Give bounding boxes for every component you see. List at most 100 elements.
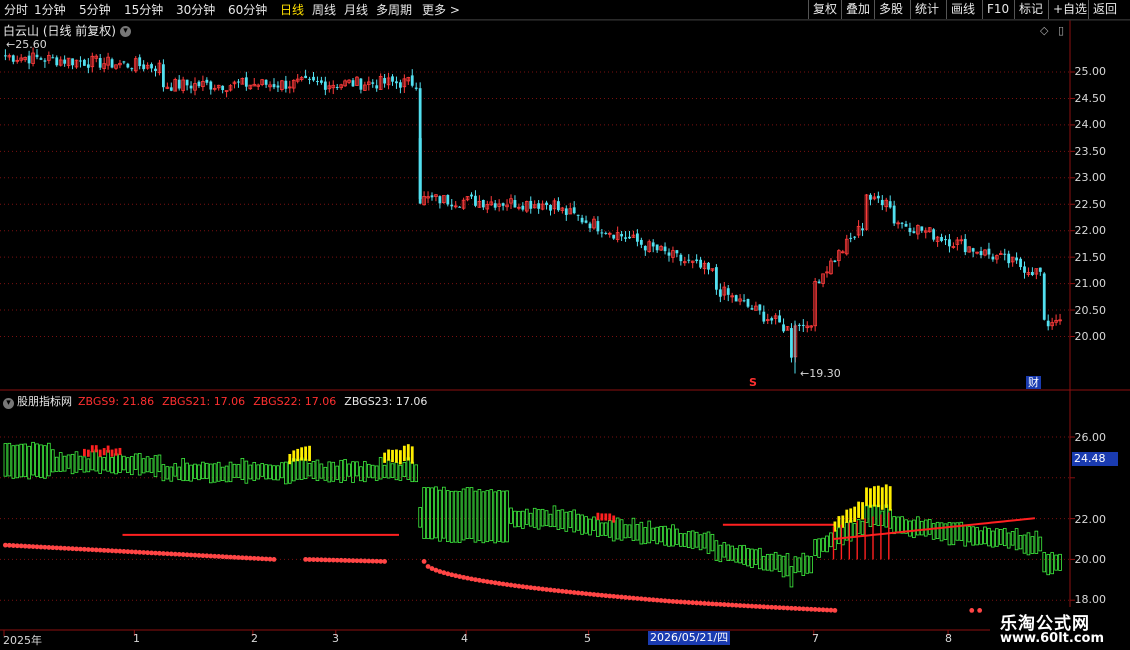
indicator-box [813,539,817,556]
indicator-box [442,486,446,539]
indicator-highlight [387,449,390,461]
indicator-box [481,491,486,544]
chart-title[interactable]: 白云山 (日线 前复权) ▾ [3,22,131,39]
indicator-box [710,533,715,552]
indicator-box [347,463,351,477]
indicator-box [635,524,640,541]
indicator-box [651,527,655,541]
indicator-highlight [102,448,106,456]
indicator-box [287,460,292,484]
indicator-box [690,530,695,549]
indicator-highlight [395,449,398,463]
indicator-box [908,520,912,537]
indicator-box [3,443,8,477]
candle-body [908,228,912,233]
indicator-box [762,555,766,571]
candle-body [770,318,774,321]
indicator-box [702,532,707,549]
indicator-highlight [90,445,94,453]
indicator-box [256,464,260,480]
indicator-box [15,444,20,479]
indicator-box [260,463,264,477]
x-tick: 2 [251,632,258,645]
candle-body [272,84,276,88]
indicator-box [943,523,948,540]
indicator-box [517,510,521,528]
chevron-down-icon[interactable]: ▾ [3,398,14,409]
candle-body [122,61,126,63]
indicator-box [378,457,383,480]
indicator-box [548,513,553,528]
candle-body [624,237,627,239]
candle-body [430,195,434,198]
indicator-box [406,457,411,480]
candle-body [580,217,584,223]
window-icon[interactable]: ▯ [1058,24,1064,37]
indicator-value: ZBGS22: 17.06 [253,395,337,408]
candle-body [718,289,722,297]
indicator-box [1006,532,1011,549]
indicator-box [1018,535,1023,550]
candle-body [636,233,639,242]
kline-chart[interactable] [0,0,1130,650]
candle-body [35,54,39,58]
indicator-box [754,549,758,565]
indicator-box [169,466,174,482]
indicator-box [631,517,636,541]
indicator-box [295,459,300,480]
indicator-box [7,442,12,477]
indicator-box [868,504,873,527]
indicator-highlight [391,449,394,463]
candle-body [98,58,102,68]
indicator-box [525,508,529,525]
indicator-box [66,454,71,469]
candle-body [991,256,995,260]
indicator-box [47,442,51,477]
indicator-box [619,519,624,541]
indicator-name[interactable]: 股朋指标网 [17,395,72,408]
indicator-box [197,464,201,481]
indicator-highlight [873,486,876,507]
candle-body [734,295,738,302]
indicator-box [501,490,505,543]
candle-body [130,68,134,70]
ma-dot [832,608,838,613]
indicator-box [607,520,612,538]
indicator-highlight [596,512,600,520]
candle-body [537,203,541,209]
candle-body [707,262,710,270]
indicator-box [58,452,63,472]
indicator-box [284,461,288,485]
indicator-box [98,456,103,474]
candle-body [521,205,525,210]
candle-body [399,82,402,88]
indicator-highlight [406,444,410,461]
indicator-box [165,466,170,480]
indicator-box [319,463,324,479]
candle-body [778,315,781,323]
indicator-box [201,461,205,480]
indicator-box [896,516,900,534]
indicator-box [106,450,110,472]
indicator-y-tick: 20.00 [1074,553,1107,566]
indicator-box [801,552,806,576]
indicator-box [39,444,43,478]
candle-body [1042,273,1046,320]
candle-body [801,324,805,326]
indicator-box [963,525,968,547]
candle-body [470,194,473,197]
financial-report-marker[interactable]: 财 [1026,376,1041,389]
indicator-box [430,487,434,540]
indicator-box [659,526,663,543]
candle-body [335,86,339,88]
candle-body [932,229,936,240]
diamond-icon[interactable]: ◇ [1040,24,1048,37]
indicator-highlight [118,447,122,456]
indicator-box [939,522,944,542]
candle-body [746,299,750,307]
indicator-box [576,513,580,531]
sell-signal-marker[interactable]: S [749,376,757,389]
indicator-highlight [888,486,892,511]
chevron-down-icon[interactable]: ▾ [120,26,131,37]
indicator-box [153,455,158,478]
